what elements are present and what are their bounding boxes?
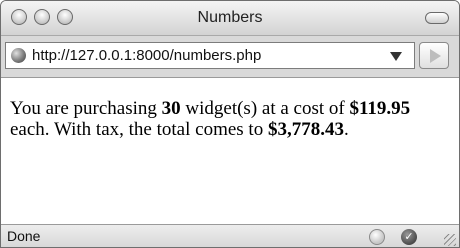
price-value: $119.95 [349, 98, 411, 119]
resize-grip-icon[interactable] [444, 234, 456, 246]
quantity-value: 30 [161, 98, 181, 119]
status-bar: Done ✓ [1, 224, 459, 247]
url-text[interactable]: http://127.0.0.1:8000/numbers.php [32, 47, 261, 64]
go-button[interactable] [419, 42, 449, 69]
play-arrow-icon [430, 49, 441, 63]
window-title: Numbers [197, 9, 263, 26]
toolbar: http://127.0.0.1:8000/numbers.php [1, 36, 459, 78]
page-content: You are purchasing 30 widget(s) at a cos… [1, 78, 459, 224]
browser-window: Numbers http://127.0.0.1:8000/numbers.ph… [0, 0, 460, 248]
checkmark-icon: ✓ [401, 229, 417, 245]
title-bar: Numbers [1, 1, 459, 36]
status-text: Done [7, 228, 41, 244]
text-part4: . [343, 119, 349, 140]
text-part3: each. With tax, the total comes to [10, 119, 268, 140]
dropdown-arrow-icon[interactable] [390, 52, 402, 61]
text-part2: widget(s) at a cost of [180, 98, 350, 119]
circle-indicator-icon [369, 229, 385, 245]
toolbar-toggle-icon[interactable] [425, 12, 449, 24]
address-bar[interactable]: http://127.0.0.1:8000/numbers.php [5, 42, 415, 69]
text-part1: You are purchasing [10, 98, 162, 119]
globe-icon [11, 48, 26, 63]
purchase-summary: You are purchasing 30 widget(s) at a cos… [10, 98, 450, 140]
total-value: $3,778.43 [267, 119, 344, 140]
